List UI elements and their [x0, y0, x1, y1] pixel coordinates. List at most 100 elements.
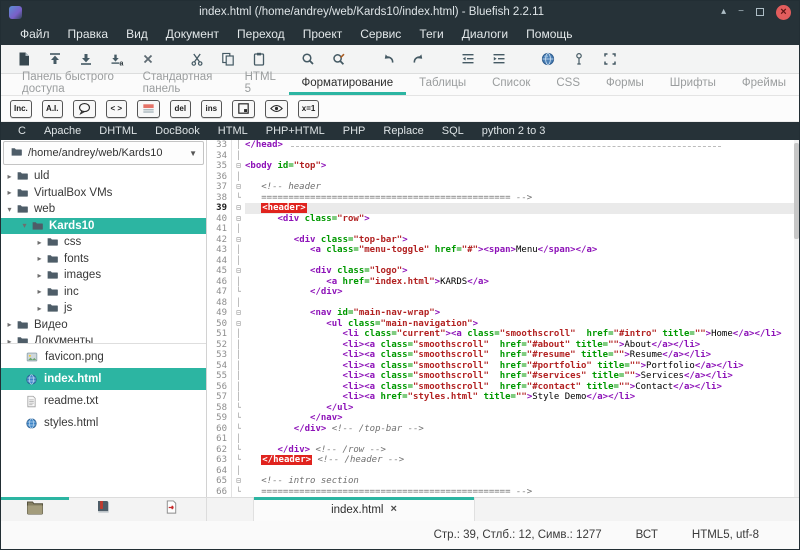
lang-tab-0[interactable]: C [9, 125, 35, 137]
code-line-37[interactable]: 37⊟ <!-- header [207, 182, 799, 193]
tree-item-7[interactable]: ▸inc [1, 284, 206, 301]
tree-item-6[interactable]: ▸images [1, 267, 206, 284]
copy-button[interactable] [217, 48, 239, 70]
expand-icon[interactable]: ▸ [33, 287, 46, 296]
quickbar-tab-5[interactable]: Список [479, 74, 543, 95]
code-line-41[interactable]: 41│ [207, 224, 799, 235]
find-replace-button[interactable] [328, 48, 350, 70]
close-tab-icon[interactable]: × [390, 504, 396, 515]
menu-item-7[interactable]: Теги [410, 27, 452, 41]
quickbar-tab-2[interactable]: HTML 5 [232, 74, 289, 95]
quickbar-tab-9[interactable]: Фреймы [729, 74, 799, 95]
document-tab-index-html[interactable]: index.html × [253, 498, 475, 521]
bookmarks-tab[interactable] [69, 498, 137, 521]
quickbar-tab-4[interactable]: Таблицы [406, 74, 479, 95]
quickbar-tab-3[interactable]: Форматирование [289, 74, 407, 95]
tree-item-2[interactable]: ▾web [1, 201, 206, 218]
code-line-49[interactable]: 49⊟ <nav id="main-nav-wrap"> [207, 308, 799, 319]
code-line-43[interactable]: 43│ <a class="menu-toggle" href="#"><spa… [207, 245, 799, 256]
open-file-button[interactable] [44, 48, 66, 70]
menu-item-5[interactable]: Проект [294, 27, 352, 41]
code-line-46[interactable]: 46│ <a href="index.html">KARDS</a> [207, 277, 799, 288]
scrollbar-thumb[interactable] [794, 143, 799, 239]
expand-icon[interactable]: ▸ [33, 304, 46, 313]
code-line-39[interactable]: 39⊟ <header> [207, 203, 799, 214]
code-editor[interactable]: 33│</head>34│35⊟<body id="top">36│37⊟ <!… [207, 140, 799, 497]
code-line-59[interactable]: 59└ </nav> [207, 413, 799, 424]
save-file-button[interactable] [75, 48, 97, 70]
fold-toggle-icon[interactable]: ⊟ [232, 319, 245, 330]
save-as-button[interactable]: a [106, 48, 128, 70]
del-tag-button[interactable]: del [170, 100, 191, 118]
fold-toggle-icon[interactable]: ⊟ [232, 266, 245, 277]
code-line-63[interactable]: 63└ </header> <!-- /header --> [207, 455, 799, 466]
tree-item-0[interactable]: ▸uld [1, 168, 206, 185]
code-line-33[interactable]: 33│</head> [207, 140, 799, 151]
code-line-64[interactable]: 64│ [207, 466, 799, 477]
collapse-icon[interactable]: ▾ [18, 221, 31, 230]
snippets-tab[interactable] [137, 498, 205, 521]
lang-tab-8[interactable]: SQL [433, 125, 473, 137]
menu-item-0[interactable]: Файл [11, 27, 59, 41]
fold-toggle-icon[interactable]: ⊟ [232, 182, 245, 193]
close-window-icon[interactable]: × [776, 5, 791, 20]
redo-button[interactable] [408, 48, 430, 70]
collapse-icon[interactable]: ▾ [3, 205, 16, 214]
code-line-48[interactable]: 48│ [207, 298, 799, 309]
new-document-button[interactable] [13, 48, 35, 70]
quickbar-tab-0[interactable]: Панель быстрого доступа [9, 74, 130, 95]
quickbar-tab-6[interactable]: CSS [543, 74, 593, 95]
menu-item-6[interactable]: Сервис [351, 27, 410, 41]
auto-indent-button[interactable]: A.I. [42, 100, 63, 118]
file-browser-tab[interactable] [1, 498, 69, 521]
lang-tab-4[interactable]: HTML [209, 125, 257, 137]
find-button[interactable] [297, 48, 319, 70]
code-line-35[interactable]: 35⊟<body id="top"> [207, 161, 799, 172]
code-line-40[interactable]: 40⊟ <div class="row"> [207, 214, 799, 225]
special-character-button[interactable] [568, 48, 590, 70]
file-item-readme-txt[interactable]: readme.txt [1, 390, 206, 412]
code-line-53[interactable]: 53│ <li><a class="smoothscroll" href="#r… [207, 350, 799, 361]
code-line-45[interactable]: 45⊟ <div class="logo"> [207, 266, 799, 277]
code-line-62[interactable]: 62└ </div> <!-- /row --> [207, 445, 799, 456]
fold-toggle-icon[interactable]: ⊟ [232, 308, 245, 319]
code-line-55[interactable]: 55│ <li><a class="smoothscroll" href="#s… [207, 371, 799, 382]
menu-item-3[interactable]: Документ [157, 27, 228, 41]
cut-button[interactable] [186, 48, 208, 70]
vertical-scrollbar[interactable] [794, 140, 799, 497]
menu-item-8[interactable]: Диалоги [453, 27, 517, 41]
close-document-button[interactable] [137, 48, 159, 70]
code-line-66[interactable]: 66└ ====================================… [207, 487, 799, 498]
file-item-index-html[interactable]: index.html [1, 368, 206, 390]
code-line-60[interactable]: 60└ </div> <!-- /top-bar --> [207, 424, 799, 435]
ins-tag-button[interactable]: ins [201, 100, 222, 118]
minimize-window-icon[interactable]: − [738, 7, 744, 17]
fold-toggle-icon[interactable]: ⊟ [232, 203, 245, 214]
tree-item-3[interactable]: ▾Kards10 [1, 218, 206, 235]
file-item-favicon-png[interactable]: favicon.png [1, 346, 206, 368]
code-line-38[interactable]: 38└ ====================================… [207, 193, 799, 204]
tree-item-4[interactable]: ▸css [1, 234, 206, 251]
code-line-36[interactable]: 36│ [207, 172, 799, 183]
frame-box-button[interactable] [232, 100, 255, 118]
expand-icon[interactable]: ▸ [33, 271, 46, 280]
code-line-65[interactable]: 65⊟ <!-- intro section [207, 476, 799, 487]
preview-in-browser-button[interactable] [537, 48, 559, 70]
undo-button[interactable] [377, 48, 399, 70]
expand-icon[interactable]: ▸ [3, 320, 16, 329]
expand-icon[interactable]: ▸ [3, 172, 16, 181]
lang-tab-9[interactable]: python 2 to 3 [473, 125, 555, 137]
menu-item-2[interactable]: Вид [117, 27, 157, 41]
menu-item-1[interactable]: Правка [59, 27, 118, 41]
table-red-button[interactable] [137, 100, 160, 118]
code-line-51[interactable]: 51│ <li class="current"><a class="smooth… [207, 329, 799, 340]
lang-tab-7[interactable]: Replace [374, 125, 432, 137]
code-line-42[interactable]: 42⊟ <div class="top-bar"> [207, 235, 799, 246]
quickbar-tab-1[interactable]: Стандартная панель [130, 74, 232, 95]
unindent-button[interactable] [457, 48, 479, 70]
fold-toggle-icon[interactable]: ⊟ [232, 214, 245, 225]
menu-item-9[interactable]: Помощь [517, 27, 581, 41]
comment-bubble-button[interactable] [73, 100, 96, 118]
expand-icon[interactable]: ▸ [33, 238, 46, 247]
code-line-58[interactable]: 58└ </ul> [207, 403, 799, 414]
